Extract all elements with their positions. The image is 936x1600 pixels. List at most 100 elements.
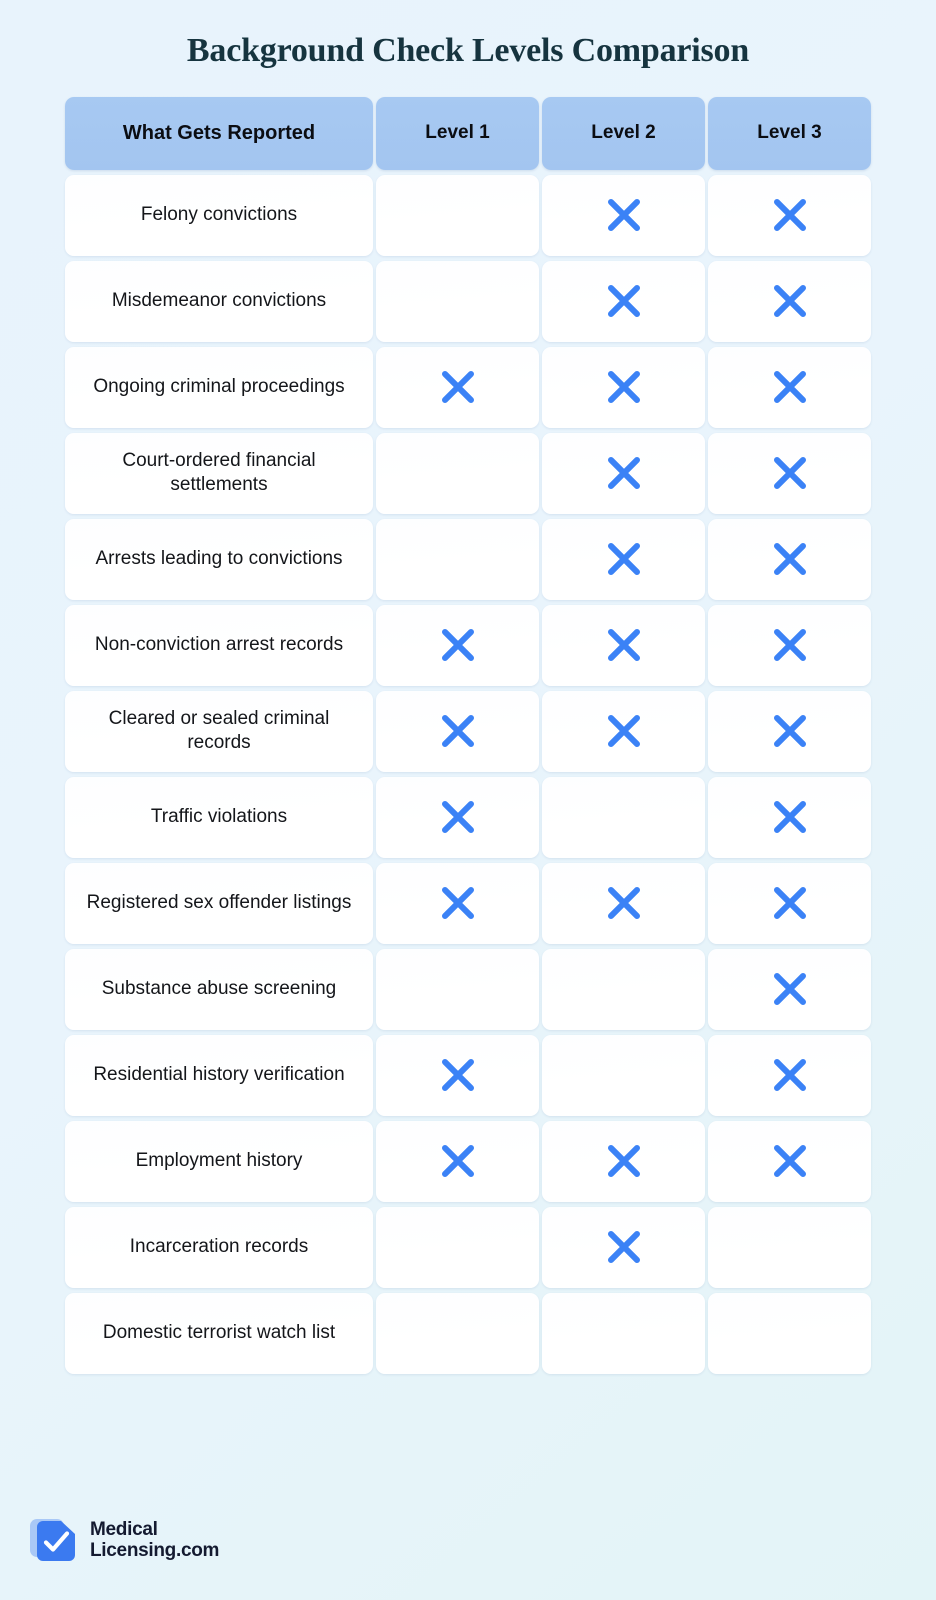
logo-front-document: [37, 1521, 75, 1561]
table-row: Ongoing criminal proceedings: [65, 346, 871, 428]
table-body: Felony convictions Misdemeanor conviction…: [65, 174, 871, 1374]
table-header-row: What Gets Reported Level 1 Level 2 Level…: [65, 96, 871, 170]
row-label-cell: Court-ordered financial settlements: [65, 432, 373, 514]
level-3-cell: [708, 1292, 871, 1374]
x-mark-icon: [437, 366, 479, 408]
table-row: Court-ordered financial settlements: [65, 432, 871, 514]
level-3-cell: [708, 1206, 871, 1288]
level-2-cell: [542, 1034, 705, 1116]
table-row: Domestic terrorist watch list: [65, 1292, 871, 1374]
x-mark-icon: [769, 710, 811, 752]
level-1-cell: [376, 1292, 539, 1374]
x-mark-icon: [603, 194, 645, 236]
row-label-cell: Arrests leading to convictions: [65, 518, 373, 600]
level-1-cell: [376, 260, 539, 342]
x-mark-icon: [603, 882, 645, 924]
table-row: Substance abuse screening: [65, 948, 871, 1030]
level-3-cell: [708, 1120, 871, 1202]
table-row: Misdemeanor convictions: [65, 260, 871, 342]
infographic-page: Background Check Levels Comparison What …: [0, 0, 936, 1600]
x-mark-icon: [769, 1054, 811, 1096]
row-label-cell: Employment history: [65, 1120, 373, 1202]
level-1-cell: [376, 604, 539, 686]
row-label-cell: Cleared or sealed criminal records: [65, 690, 373, 772]
column-header-level-3: Level 3: [708, 96, 871, 170]
level-2-cell: [542, 518, 705, 600]
column-header-level-1: Level 1: [376, 96, 539, 170]
level-3-cell: [708, 174, 871, 256]
x-mark-icon: [437, 882, 479, 924]
x-mark-icon: [603, 452, 645, 494]
level-2-cell: [542, 260, 705, 342]
level-2-cell: [542, 432, 705, 514]
level-1-cell: [376, 862, 539, 944]
level-1-cell: [376, 690, 539, 772]
x-mark-icon: [603, 366, 645, 408]
level-1-cell: [376, 432, 539, 514]
row-label-cell: Traffic violations: [65, 776, 373, 858]
x-mark-icon: [769, 280, 811, 322]
level-2-cell: [542, 174, 705, 256]
table-row: Residential history verification: [65, 1034, 871, 1116]
level-3-cell: [708, 604, 871, 686]
level-3-cell: [708, 776, 871, 858]
level-2-cell: [542, 862, 705, 944]
level-1-cell: [376, 518, 539, 600]
brand-line-1: Medical: [90, 1518, 158, 1540]
x-mark-icon: [603, 710, 645, 752]
row-label-cell: Non-conviction arrest records: [65, 604, 373, 686]
x-mark-icon: [769, 624, 811, 666]
level-1-cell: [376, 1120, 539, 1202]
table-header: What Gets Reported Level 1 Level 2 Level…: [65, 96, 871, 170]
x-mark-icon: [769, 366, 811, 408]
x-mark-icon: [769, 968, 811, 1010]
x-mark-icon: [769, 194, 811, 236]
footer-branding: Medical Licensing.com: [0, 1516, 936, 1600]
table-row: Cleared or sealed criminal records: [65, 690, 871, 772]
page-title: Background Check Levels Comparison: [186, 32, 750, 69]
level-3-cell: [708, 518, 871, 600]
level-2-cell: [542, 776, 705, 858]
x-mark-icon: [769, 796, 811, 838]
table-row: Registered sex offender listings: [65, 862, 871, 944]
level-1-cell: [376, 346, 539, 428]
table-row: Traffic violations: [65, 776, 871, 858]
x-mark-icon: [437, 796, 479, 838]
column-header-what-gets-reported: What Gets Reported: [65, 96, 373, 170]
table-row: Arrests leading to convictions: [65, 518, 871, 600]
comparison-table-container: What Gets Reported Level 1 Level 2 Level…: [0, 92, 936, 1379]
column-header-level-2: Level 2: [542, 96, 705, 170]
comparison-table: What Gets Reported Level 1 Level 2 Level…: [62, 92, 874, 1379]
level-2-cell: [542, 1120, 705, 1202]
row-label-cell: Ongoing criminal proceedings: [65, 346, 373, 428]
x-mark-icon: [769, 538, 811, 580]
level-1-cell: [376, 948, 539, 1030]
table-row: Felony convictions: [65, 174, 871, 256]
x-mark-icon: [603, 1140, 645, 1182]
level-2-cell: [542, 948, 705, 1030]
level-1-cell: [376, 1034, 539, 1116]
level-2-cell: [542, 1292, 705, 1374]
row-label-cell: Domestic terrorist watch list: [65, 1292, 373, 1374]
brand-line-2: Licensing.com: [90, 1540, 220, 1561]
level-3-cell: [708, 948, 871, 1030]
level-2-cell: [542, 346, 705, 428]
x-mark-icon: [769, 882, 811, 924]
row-label-cell: Registered sex offender listings: [65, 862, 373, 944]
level-1-cell: [376, 776, 539, 858]
table-row: Non-conviction arrest records: [65, 604, 871, 686]
x-mark-icon: [437, 710, 479, 752]
level-1-cell: [376, 174, 539, 256]
table-row: Employment history: [65, 1120, 871, 1202]
x-mark-icon: [437, 1140, 479, 1182]
x-mark-icon: [437, 624, 479, 666]
x-mark-icon: [603, 1226, 645, 1268]
level-3-cell: [708, 1034, 871, 1116]
brand-wordmark: Medical Licensing.com: [90, 1519, 219, 1562]
level-3-cell: [708, 260, 871, 342]
row-label-cell: Felony convictions: [65, 174, 373, 256]
level-2-cell: [542, 604, 705, 686]
row-label-cell: Residential history verification: [65, 1034, 373, 1116]
x-mark-icon: [437, 1054, 479, 1096]
level-1-cell: [376, 1206, 539, 1288]
